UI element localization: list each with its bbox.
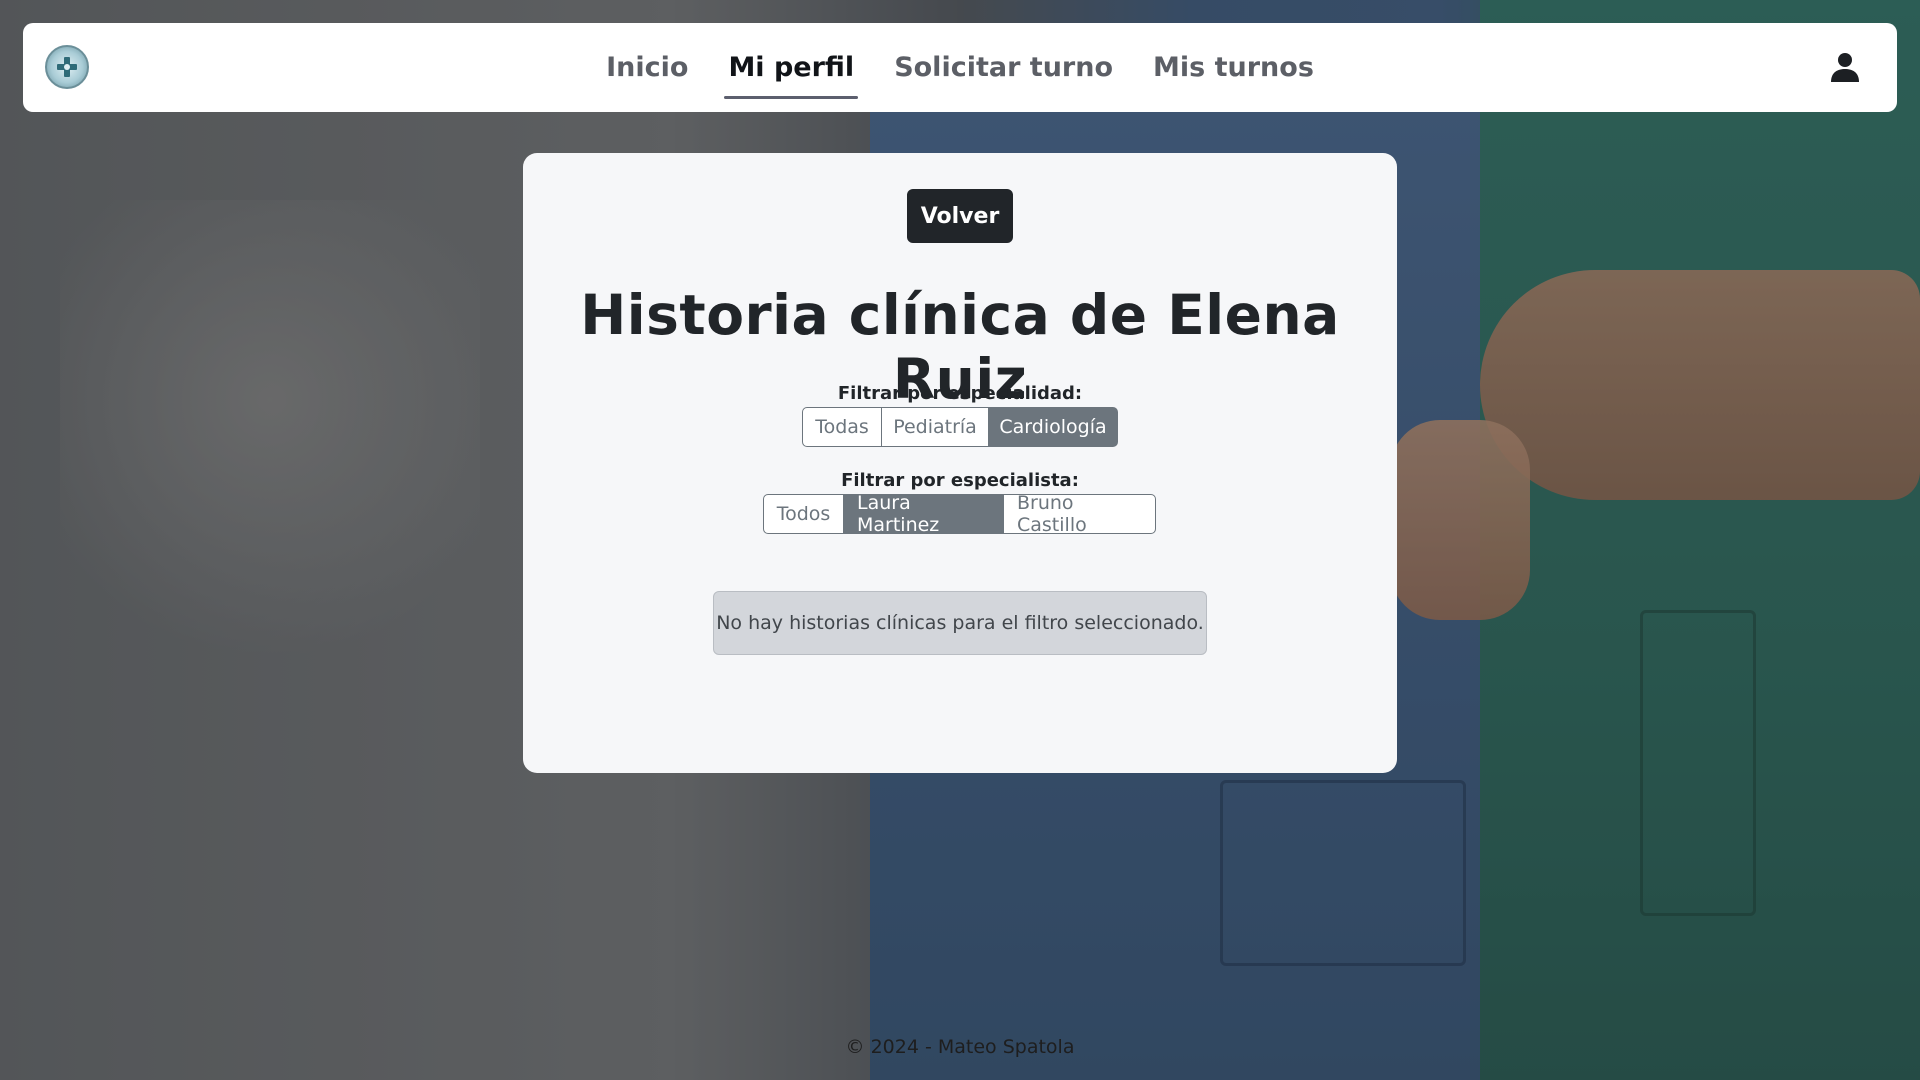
navbar: Inicio Mi perfil Solicitar turno Mis tur… (23, 23, 1897, 112)
footer-copyright: © 2024 - Mateo Spatola (845, 1036, 1075, 1058)
specialist-option-bruno-castillo[interactable]: Bruno Castillo (1003, 492, 1156, 536)
specialty-filter-label: Filtrar por especialidad: (837, 383, 1083, 404)
back-button[interactable]: Volver (907, 189, 1013, 243)
specialty-option-pediatria[interactable]: Pediatría (881, 407, 989, 447)
specialty-option-todas[interactable]: Todas (802, 407, 882, 447)
nav-link-solicitar-turno[interactable]: Solicitar turno (892, 46, 1115, 89)
nav-links: Inicio Mi perfil Solicitar turno Mis tur… (23, 23, 1897, 112)
specialist-option-todos[interactable]: Todos (763, 494, 844, 534)
nav-link-mi-perfil[interactable]: Mi perfil (724, 46, 858, 99)
nav-link-mis-turnos[interactable]: Mis turnos (1151, 46, 1316, 89)
specialist-filter-group: Todos Laura Martinez Bruno Castillo (763, 492, 1156, 536)
specialist-filter-label: Filtrar por especialista: (841, 470, 1079, 491)
nav-link-inicio[interactable]: Inicio (604, 46, 690, 89)
specialty-filter-group: Todas Pediatría Cardiología (802, 407, 1118, 447)
specialist-option-laura-martinez[interactable]: Laura Martinez (843, 492, 1004, 536)
empty-state-alert: No hay historias clínicas para el filtro… (713, 591, 1207, 655)
specialty-option-cardiologia[interactable]: Cardiología (988, 407, 1118, 447)
clinical-history-card: Volver Historia clínica de Elena Ruiz Fi… (523, 153, 1397, 773)
user-icon[interactable] (1829, 51, 1861, 83)
